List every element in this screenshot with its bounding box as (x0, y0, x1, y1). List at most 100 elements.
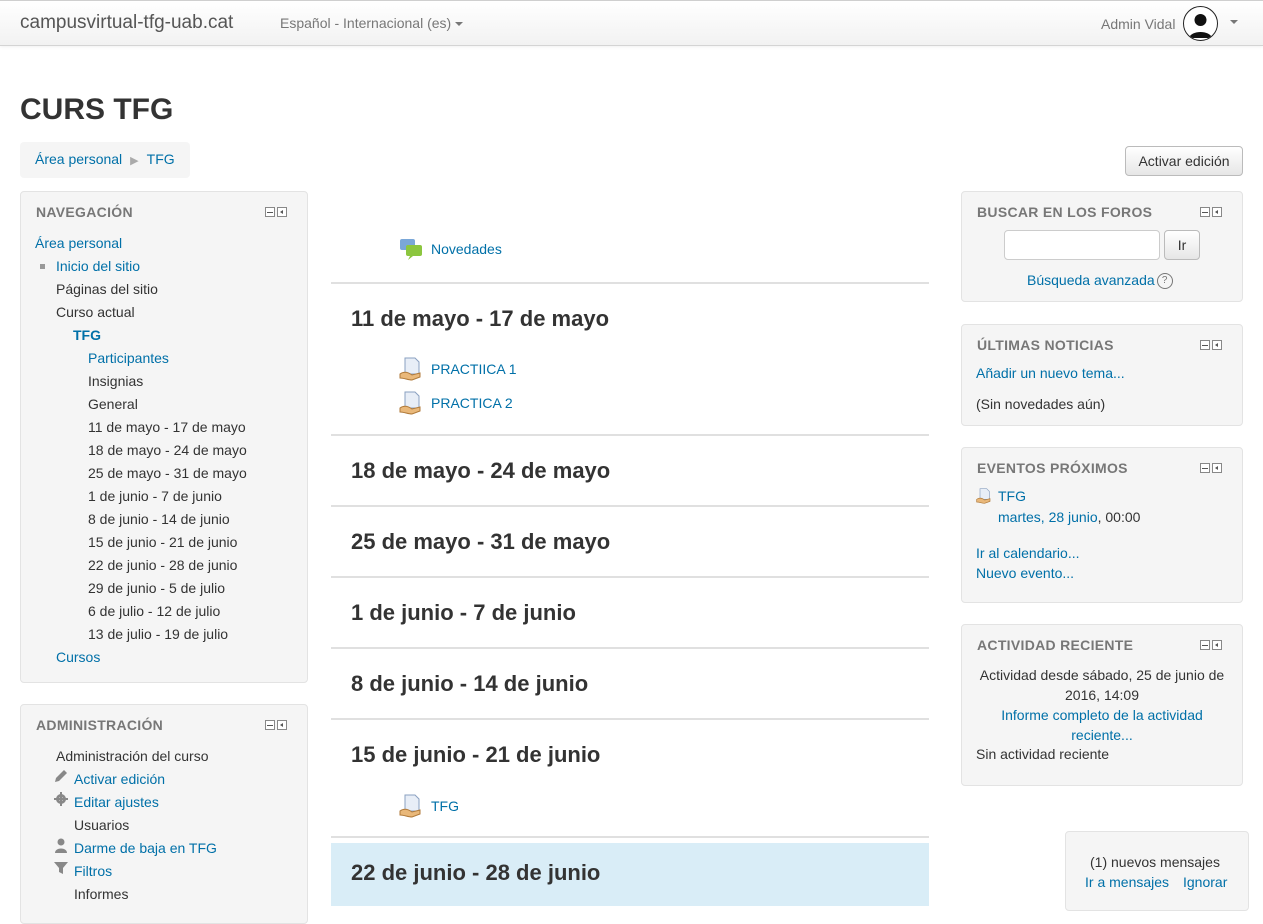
minimize-icon[interactable] (265, 207, 275, 217)
gear-icon (54, 792, 68, 806)
nav-item-insignias[interactable]: Insignias (88, 373, 143, 389)
nav-item-paginas[interactable]: Páginas del sitio (56, 281, 158, 297)
section-divider (331, 718, 929, 720)
forum-search-input[interactable] (1004, 230, 1160, 260)
administration-block: ADMINISTRACIÓN (20, 704, 308, 924)
bullet-icon (40, 264, 45, 269)
minimize-icon[interactable] (265, 720, 275, 730)
section-divider (331, 282, 929, 284)
block-controls (265, 207, 287, 217)
nav-item-week[interactable]: 25 de mayo - 31 de mayo (88, 465, 247, 481)
chevron-down-icon (455, 22, 464, 27)
nav-item-week[interactable]: 8 de junio - 14 de junio (88, 511, 230, 527)
nav-item-general[interactable]: General (88, 396, 138, 412)
turn-editing-on-button[interactable]: Activar edición (1125, 146, 1243, 176)
nav-item-week[interactable]: 6 de julio - 12 de julio (88, 603, 220, 619)
section-title: 1 de junio - 7 de junio (351, 600, 576, 625)
block-controls (265, 720, 287, 730)
admin-item-edit-on[interactable]: Activar edición (74, 771, 165, 787)
dock-icon[interactable] (1212, 207, 1222, 217)
breadcrumb: Área personal ▶ TFG (20, 142, 190, 178)
nav-item-week[interactable]: 1 de junio - 7 de junio (88, 488, 222, 504)
nav-item-inicio[interactable]: Inicio del sitio (56, 258, 140, 274)
breadcrumb-course[interactable]: TFG (147, 151, 175, 167)
full-report-link-line1[interactable]: Informe completo de la actividad (970, 705, 1234, 725)
dock-icon[interactable] (1212, 640, 1222, 650)
block-title: NAVEGACIÓN (36, 204, 133, 220)
nav-item-curso-actual[interactable]: Curso actual (56, 304, 135, 320)
event-link[interactable]: TFG (998, 488, 1026, 504)
dock-icon[interactable] (1212, 340, 1222, 350)
page-title: CURS TFG (20, 93, 174, 126)
minimize-icon[interactable] (1200, 463, 1210, 473)
nav-item-week[interactable]: 13 de julio - 19 de julio (88, 626, 228, 642)
admin-item-unenrol[interactable]: Darme de baja en TFG (74, 840, 217, 856)
block-title: ADMINISTRACIÓN (36, 717, 164, 733)
assignment-activity[interactable]: TFG (399, 794, 459, 818)
nav-item-week[interactable]: 29 de junio - 5 de julio (88, 580, 225, 596)
assignment-activity[interactable]: PRACTIICA 1 (399, 357, 517, 381)
block-title: ACTIVIDAD RECIENTE (977, 637, 1134, 653)
add-topic-link[interactable]: Añadir un nuevo tema... (976, 365, 1125, 381)
assignment-activity[interactable]: PRACTICA 2 (399, 391, 513, 415)
activity-link[interactable]: PRACTIICA 1 (431, 361, 517, 377)
nav-item-area-personal[interactable]: Área personal (35, 235, 122, 251)
news-forum-activity[interactable]: Novedades (399, 237, 502, 261)
nav-item-week[interactable]: 15 de junio - 21 de junio (88, 534, 237, 550)
user-name[interactable]: Admin Vidal (1101, 16, 1175, 32)
section-divider (331, 647, 929, 649)
event-date-link[interactable]: martes, 28 junio (998, 509, 1098, 525)
language-label: Español - Internacional (es) (280, 15, 452, 31)
block-controls (1200, 340, 1222, 350)
block-controls (1200, 640, 1222, 650)
breadcrumb-home[interactable]: Área personal (35, 151, 122, 167)
block-title: EVENTOS PRÓXIMOS (977, 460, 1128, 476)
admin-item-filters[interactable]: Filtros (74, 863, 112, 879)
activity-link[interactable]: TFG (431, 798, 459, 814)
block-title: ÚLTIMAS NOTICIAS (977, 337, 1114, 353)
admin-item-settings[interactable]: Editar ajustes (74, 794, 159, 810)
forum-icon (400, 239, 422, 260)
section-divider (331, 505, 929, 507)
dock-icon[interactable] (277, 207, 287, 217)
pencil-icon (55, 770, 67, 782)
admin-item-reports[interactable]: Informes (74, 886, 128, 902)
nav-item-tfg[interactable]: TFG (73, 327, 101, 343)
no-news-text: (Sin novedades aún) (976, 396, 1106, 412)
help-icon[interactable]: ? (1156, 273, 1173, 290)
site-brand[interactable]: campusvirtual-tfg-uab.cat (20, 12, 233, 34)
minimize-icon[interactable] (1200, 340, 1210, 350)
nav-item-week[interactable]: 18 de mayo - 24 de mayo (88, 442, 247, 458)
nav-item-week[interactable]: 11 de mayo - 17 de mayo (88, 419, 246, 435)
event-time: , 00:00 (1097, 509, 1141, 525)
activity-since-line1: Actividad desde sábado, 25 de junio de (979, 667, 1225, 683)
activity-link[interactable]: PRACTICA 2 (431, 395, 513, 411)
news-forum-link[interactable]: Novedades (431, 241, 502, 257)
advanced-search-link[interactable]: Búsqueda avanzada (1027, 272, 1155, 288)
block-title: BUSCAR EN LOS FOROS (977, 204, 1153, 220)
forum-search-go-button[interactable]: Ir (1164, 230, 1200, 260)
admin-item-course-admin[interactable]: Administración del curso (56, 748, 209, 764)
no-recent-activity: Sin actividad reciente (976, 746, 1110, 762)
user-menu-chevron-icon[interactable] (1230, 20, 1238, 24)
dock-icon[interactable] (277, 720, 287, 730)
calendar-link[interactable]: Ir al calendario... (976, 545, 1080, 561)
nav-item-participantes[interactable]: Participantes (88, 350, 169, 366)
language-menu[interactable]: Español - Internacional (es) (280, 15, 464, 31)
new-messages-popup: (1) nuevos mensajes Ir a mensajes Ignora… (1065, 831, 1249, 911)
minimize-icon[interactable] (1200, 207, 1210, 217)
ignore-messages-link[interactable]: Ignorar (1183, 874, 1227, 890)
full-report-link-line2[interactable]: reciente... (970, 725, 1234, 745)
nav-item-week[interactable]: 22 de junio - 28 de junio (88, 557, 237, 573)
user-avatar[interactable] (1183, 6, 1218, 41)
go-to-messages-link[interactable]: Ir a mensajes (1085, 874, 1169, 890)
section-title-current: 22 de junio - 28 de junio (351, 860, 601, 885)
new-event-link[interactable]: Nuevo evento... (976, 565, 1074, 581)
nav-item-cursos[interactable]: Cursos (56, 649, 100, 665)
advanced-search[interactable]: Búsqueda avanzada? (1027, 272, 1173, 290)
assignment-icon (399, 794, 421, 818)
section-title: 18 de mayo - 24 de mayo (351, 458, 611, 483)
admin-item-users[interactable]: Usuarios (74, 817, 129, 833)
dock-icon[interactable] (1212, 463, 1222, 473)
minimize-icon[interactable] (1200, 640, 1210, 650)
